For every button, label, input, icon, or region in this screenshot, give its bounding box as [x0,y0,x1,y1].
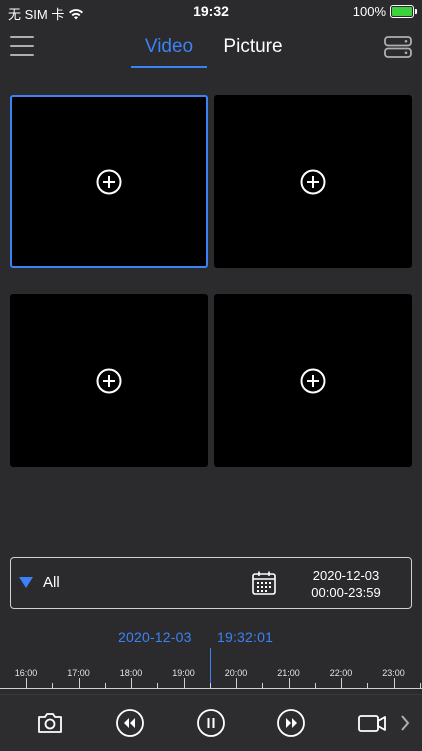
camera-icon[interactable] [35,708,65,738]
tab-video-underline [131,66,207,68]
timeline-major-tick [341,678,342,688]
timeline-minor-tick [104,683,106,688]
chevron-right-icon[interactable] [395,708,415,738]
filter-bar: All 2020-12-03 00:00-23:59 [10,557,412,609]
status-bar: 无 SIM 卡 19:32 100% [0,0,422,24]
timeline-current-date: 2020-12-03 [118,629,192,645]
video-record-icon[interactable] [357,708,387,738]
timeline-current-time: 19:32:01 [217,629,274,645]
timeline-tick-label: 17:00 [67,668,90,678]
timeline-ruler[interactable]: 16:00 17:00 18:00 19:00 20:00 21:00 22:00 23:00 [0,648,422,689]
timeline-major-tick [131,678,132,688]
playback-toolbar [0,694,422,751]
video-cell-3[interactable] [10,294,208,467]
timeline-major-tick [236,678,237,688]
timeline-tick-label: 21:00 [277,668,300,678]
dropdown-triangle-icon[interactable] [19,577,33,588]
filter-time-range: 00:00-23:59 [311,585,381,600]
pause-icon[interactable] [196,708,226,738]
video-cell-2[interactable] [214,95,412,268]
filter-date: 2020-12-03 [312,568,380,583]
timeline-major-tick [288,678,290,688]
filter-type-select[interactable]: All [43,574,60,591]
timeline-tick-label: 16:00 [14,668,38,678]
timeline-minor-tick [157,683,159,688]
timeline-tick-label: 22:00 [329,668,353,678]
timeline-tick-label: 23:00 [382,668,405,678]
nav-bar: Video Picture [0,24,422,72]
timeline-minor-tick [262,683,264,688]
video-grid [10,95,413,468]
timeline-baseline [0,688,422,689]
timeline-cursor[interactable] [210,648,211,688]
timeline-minor-tick [52,683,54,688]
calendar-icon[interactable] [251,570,277,596]
status-right: 100% [352,4,417,19]
battery-fill [392,7,412,16]
timeline-minor-tick [209,683,211,688]
timeline-tick-label: 19:00 [172,668,195,678]
tab-video[interactable]: Video [131,36,207,58]
hamburger-icon[interactable] [10,36,34,56]
battery-icon [390,5,417,18]
timeline-minor-tick [367,683,369,688]
timeline-tick-label: 18:00 [119,668,143,678]
timeline-major-tick [183,678,185,688]
fast-forward-icon[interactable] [276,708,306,738]
video-cell-1[interactable] [10,95,208,268]
timeline-minor-tick [314,683,316,688]
rewind-icon[interactable] [115,708,145,738]
video-cell-4[interactable] [214,294,412,467]
timeline-major-tick [78,678,80,688]
tab-picture[interactable]: Picture [218,36,288,58]
date-range[interactable]: 2020-12-03 00:00-23:59 [296,567,396,601]
plus-circle-icon[interactable] [96,368,122,394]
plus-circle-icon[interactable] [96,169,122,195]
timeline-major-tick [26,678,27,688]
timeline-minor-tick [419,683,421,688]
battery-percent: 100% [352,4,386,19]
timeline-tick-label: 20:00 [224,668,248,678]
storage-icon[interactable] [384,36,412,58]
timeline-major-tick [393,678,395,688]
plus-circle-icon[interactable] [300,368,326,394]
plus-circle-icon[interactable] [300,169,326,195]
